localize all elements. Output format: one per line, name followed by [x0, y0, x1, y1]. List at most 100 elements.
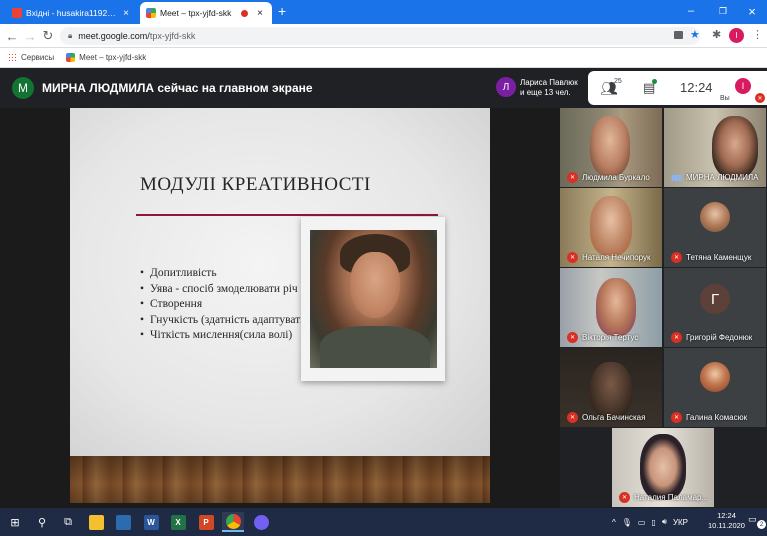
bullet-item: Допитливість	[140, 266, 317, 282]
people-count: 25	[614, 78, 622, 85]
participant-tile[interactable]: ✕ Галина Комасюк	[664, 348, 766, 427]
chat-badge	[652, 79, 657, 84]
bullet-item: Уява - спосіб змоделювати річ	[140, 282, 317, 298]
mic-icon[interactable]: 🎙︎	[622, 518, 632, 527]
close-icon[interactable]: ×	[120, 8, 132, 19]
participant-name: Вікторія Тертус	[582, 333, 639, 342]
browser-tabstrip: Вхідні - husakira1192@gmail.co × Meet – …	[0, 0, 767, 24]
participant-tile[interactable]: ✕ Людмила Буркало	[560, 108, 662, 187]
participant-tile[interactable]: ▮▮▮ МИРНА ЛЮДМИЛА	[664, 108, 766, 187]
participant-tile[interactable]: ✕ Тетяна Каменщук	[664, 188, 766, 267]
participant-name: Галина Комасюк	[686, 413, 748, 422]
speaker-avatar: Л	[496, 77, 516, 97]
participant-name: МИРНА ЛЮДМИЛА	[686, 173, 759, 182]
participant-name: Григорій Федонюк	[686, 333, 753, 342]
speaker-label: Лариса Павлюк и еще 13 чел.	[520, 78, 578, 98]
participant-tile[interactable]: Г ✕ Григорій Федонюк	[664, 268, 766, 347]
participant-grid: ✕ Людмила Буркало ▮▮▮ МИРНА ЛЮДМИЛА ✕ На…	[560, 108, 767, 508]
participant-name: Ольга Бачинская	[582, 413, 646, 422]
participant-tile[interactable]: ✕ Наталя Нечипорук	[560, 188, 662, 267]
participant-tile[interactable]: ✕ Наталия Паламар...	[612, 428, 714, 507]
maximize-button[interactable]: ❐	[708, 0, 738, 22]
participant-avatar: Г	[700, 284, 730, 314]
speaker-others: и еще 13 чел.	[520, 88, 571, 97]
system-tray: ^ 🎙︎ ▭ ▯ 🔊︎ УКР	[612, 508, 694, 536]
chrome-icon[interactable]	[222, 512, 244, 532]
language-indicator[interactable]: УКР	[673, 518, 688, 527]
store-icon[interactable]	[112, 512, 134, 532]
excel-icon[interactable]: X	[167, 512, 189, 532]
mic-off-icon: ✕	[755, 93, 765, 103]
close-icon[interactable]: ×	[254, 8, 266, 19]
mic-off-icon: ✕	[671, 332, 682, 343]
word-icon[interactable]: W	[140, 512, 162, 532]
search-icon[interactable]: ⚲	[31, 512, 53, 532]
bookmark-label: Сервисы	[21, 53, 55, 62]
network-icon[interactable]: ▭	[638, 518, 646, 527]
speaker-name: Лариса Павлюк	[520, 78, 578, 87]
meeting-clock: 12:24	[680, 80, 713, 95]
volume-icon[interactable]: 🔊︎	[662, 517, 667, 527]
bullet-item: Гнучкість (здатність адаптуватися	[140, 313, 317, 329]
participant-tile[interactable]: ✕ Вікторія Тертус	[560, 268, 662, 347]
participant-name: Наталя Нечипорук	[582, 253, 651, 262]
new-tab-button[interactable]: +	[278, 3, 286, 19]
reload-icon[interactable]: ↻	[40, 28, 56, 44]
lock-icon: 🔒︎	[68, 31, 73, 40]
bookmark-meet[interactable]: Meet – tpx-yjfd-skk	[66, 53, 146, 62]
gmail-icon	[12, 8, 22, 18]
speaking-indicator-icon: ▮▮▮	[671, 173, 682, 182]
meet-icon	[66, 53, 76, 62]
profile-avatar[interactable]: I	[729, 28, 744, 43]
bookmark-label: Meet – tpx-yjfd-skk	[79, 53, 147, 62]
tab-title: Meet – tpx-yjfd-skk	[160, 8, 232, 18]
url-host: meet.google.com/	[78, 31, 150, 41]
bookmark-apps[interactable]: Сервисы	[8, 53, 54, 62]
participant-avatar	[700, 202, 730, 232]
menu-dots-icon[interactable]: ⋮	[752, 28, 763, 41]
url-input[interactable]: 🔒︎ meet.google.com/tpx-yjfd-skk	[60, 27, 700, 45]
self-avatar[interactable]: I	[735, 78, 751, 94]
apps-grid-icon	[8, 53, 17, 62]
bookmark-star-icon[interactable]: ★	[690, 28, 700, 41]
active-speakers[interactable]: Л Лариса Павлюк и еще 13 чел.	[492, 73, 580, 103]
extensions-icon[interactable]: ✱	[712, 28, 721, 41]
portrait-photo	[310, 230, 437, 368]
url-path: tpx-yjfd-skk	[149, 31, 196, 41]
tab-gmail[interactable]: Вхідні - husakira1192@gmail.co ×	[6, 2, 138, 24]
back-arrow-icon[interactable]: ←	[4, 28, 20, 44]
address-bar-row: ← → ↻ 🔒︎ meet.google.com/tpx-yjfd-skk ★ …	[0, 24, 767, 48]
bullet-item: Створення	[140, 297, 317, 313]
presenter-status: МИРНА ЛЮДМИЛА сейчас на главном экране	[42, 81, 313, 95]
windows-start-icon[interactable]: ⊞	[4, 512, 26, 532]
viber-icon[interactable]	[250, 512, 272, 532]
participant-name: Людмила Буркало	[582, 173, 650, 182]
close-window-button[interactable]: ×	[737, 0, 767, 22]
mic-off-icon: ✕	[671, 252, 682, 263]
mic-off-icon: ✕	[671, 412, 682, 423]
slide-bullets: Допитливість Уява - спосіб змоделювати р…	[140, 266, 317, 344]
camera-icon[interactable]	[674, 31, 683, 39]
minimize-button[interactable]: –	[676, 0, 706, 22]
task-view-icon[interactable]: ⧉	[57, 512, 79, 532]
chevron-up-icon[interactable]: ^	[612, 518, 616, 527]
taskbar-date: 10.11.2020	[708, 521, 745, 530]
presenter-avatar: М	[12, 77, 34, 99]
taskbar-time: 12:24	[717, 511, 736, 520]
presented-slide: МОДУЛІ КРЕАТИВНОСТІ Допитливість Уява - …	[70, 108, 490, 503]
participant-name: Тетяна Каменщук	[686, 253, 752, 262]
self-label: Вы	[720, 95, 730, 102]
bookmarks-bar: Сервисы Meet – tpx-yjfd-skk	[0, 48, 767, 68]
slide-title: МОДУЛІ КРЕАТИВНОСТІ	[140, 174, 371, 195]
slide-divider	[136, 214, 438, 216]
bullet-item: Чіткість мислення(сила волі)	[140, 328, 317, 344]
participant-tile[interactable]: ✕ Ольга Бачинская	[560, 348, 662, 427]
taskbar-clock[interactable]: 12:24 10.11.2020	[708, 511, 745, 531]
file-explorer-icon[interactable]	[85, 512, 107, 532]
powerpoint-icon[interactable]: P	[195, 512, 217, 532]
notification-badge: 2	[757, 520, 766, 529]
meet-icon	[146, 8, 156, 18]
battery-icon[interactable]: ▯	[651, 518, 655, 527]
forward-arrow-icon[interactable]: →	[22, 28, 38, 44]
tab-meet[interactable]: Meet – tpx-yjfd-skk ×	[140, 2, 272, 24]
